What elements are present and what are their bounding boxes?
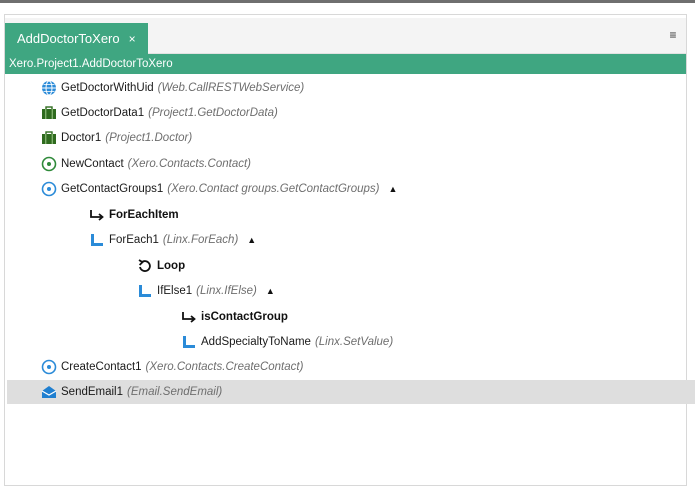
window-top-border: [0, 0, 695, 3]
tree-item-label: Loop: [157, 260, 186, 272]
briefcase-icon: [41, 105, 57, 121]
loop-icon: [137, 258, 153, 274]
green-circle-icon: [41, 156, 57, 172]
tree-item-label: GetDoctorWithUid: [61, 82, 154, 94]
blue-circle-icon: [41, 181, 57, 197]
email-icon: [41, 384, 57, 400]
tab-overflow-icon[interactable]: ≡: [668, 29, 678, 43]
tree-item-label: Doctor1: [61, 132, 102, 144]
breadcrumb: Xero.Project1.AddDoctorToXero: [5, 54, 686, 74]
tree-item-label: isContactGroup: [201, 311, 288, 323]
tree-item-type: (Xero.Contacts.Contact): [127, 158, 251, 170]
tree-item-label: AddSpecialtyToName: [201, 336, 311, 348]
tab-adddoctortoxero[interactable]: AddDoctorToXero ×: [5, 23, 148, 54]
tree-item-label: GetDoctorData1: [61, 107, 145, 119]
arrow-hook-icon: [181, 309, 197, 325]
tree-item-label: ForEach1: [109, 234, 159, 246]
tree-item-type: (Email.SendEmail): [127, 386, 223, 398]
tab-label: AddDoctorToXero: [17, 31, 120, 46]
tree-item-getdoctorwithuid[interactable]: GetDoctorWithUid (Web.CallRESTWebService…: [7, 76, 695, 100]
tree-item-getdoctordata1[interactable]: GetDoctorData1 (Project1.GetDoctorData): [7, 101, 695, 125]
tree-item-label: ForEachItem: [109, 209, 179, 221]
collapse-caret-icon[interactable]: ▲: [247, 235, 256, 245]
bracket-icon: [137, 283, 153, 299]
tree-item-getcontactgroups1[interactable]: GetContactGroups1 (Xero.Contact groups.G…: [7, 177, 695, 201]
tree-item-type: (Linx.ForEach): [162, 234, 239, 246]
tree-item-iscontactgroup[interactable]: isContactGroup: [7, 305, 695, 329]
tree-item-ifelse1[interactable]: IfElse1 (Linx.IfElse) ▲: [7, 279, 695, 303]
globe-icon: [41, 80, 57, 96]
tree-item-type: (Linx.SetValue): [314, 336, 394, 348]
tree-item-type: (Project1.Doctor): [105, 132, 193, 144]
tree-item-label: NewContact: [61, 158, 124, 170]
tree-item-type: (Web.CallRESTWebService): [157, 82, 305, 94]
arrow-hook-icon: [89, 207, 105, 223]
blue-circle-icon: [41, 359, 57, 375]
tree-item-doctor1[interactable]: Doctor1 (Project1.Doctor): [7, 126, 695, 150]
tree-item-foreachitem[interactable]: ForEachItem: [7, 203, 695, 227]
tree-item-newcontact[interactable]: NewContact (Xero.Contacts.Contact): [7, 152, 695, 176]
bracket-icon: [89, 232, 105, 248]
tree-item-foreach1[interactable]: ForEach1 (Linx.ForEach) ▲: [7, 228, 695, 252]
bracket-icon: [181, 334, 197, 350]
tree-item-createcontact1[interactable]: CreateContact1 (Xero.Contacts.CreateCont…: [7, 355, 695, 379]
close-icon[interactable]: ×: [129, 32, 136, 46]
tab-strip: AddDoctorToXero × ≡: [5, 18, 686, 54]
tree-item-label: SendEmail1: [61, 386, 124, 398]
briefcase-icon: [41, 130, 57, 146]
tree-item-sendemail1[interactable]: SendEmail1 (Email.SendEmail): [7, 380, 695, 404]
tree-item-label: CreateContact1: [61, 361, 142, 373]
designer-panel: AddDoctorToXero × ≡ Xero.Project1.AddDoct…: [4, 14, 695, 486]
tree-item-type: (Linx.IfElse): [196, 285, 257, 297]
tree-item-loop[interactable]: Loop: [7, 254, 695, 278]
tree-item-label: GetContactGroups1: [61, 183, 164, 195]
tree-item-type: (Xero.Contacts.CreateContact): [145, 361, 304, 373]
collapse-caret-icon[interactable]: ▲: [266, 286, 275, 296]
tree-item-type: (Project1.GetDoctorData): [148, 107, 278, 119]
tree-item-label: IfElse1: [157, 285, 193, 297]
tree-item-addspecialtytoname[interactable]: AddSpecialtyToName (Linx.SetValue): [7, 330, 695, 354]
collapse-caret-icon[interactable]: ▲: [389, 184, 398, 194]
tree-item-type: (Xero.Contact groups.GetContactGroups): [167, 183, 380, 195]
